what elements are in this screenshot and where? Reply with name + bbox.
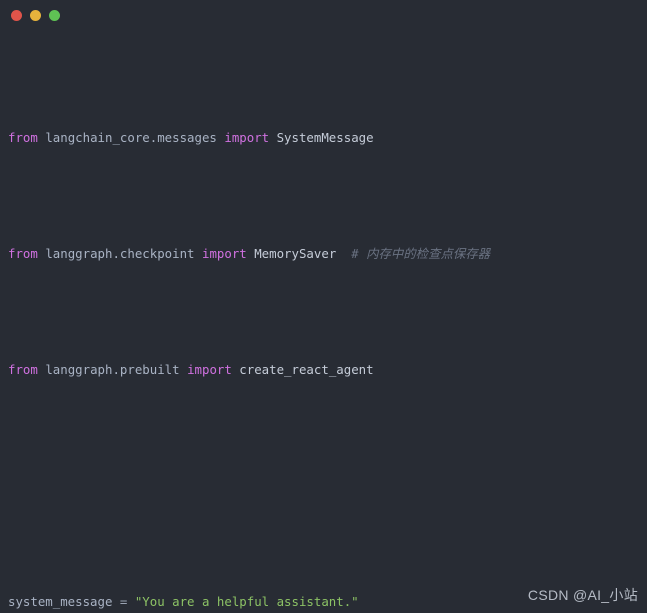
keyword-import: import	[224, 130, 270, 145]
module-path: langgraph.prebuilt	[45, 362, 180, 377]
inline-comment: # 内存中的检查点保存器	[351, 246, 491, 261]
keyword-from: from	[8, 362, 38, 377]
keyword-import: import	[201, 246, 247, 261]
string-literal: "You are a helpful assistant."	[134, 594, 359, 609]
code-line: from langgraph.checkpoint import MemoryS…	[8, 239, 647, 268]
keyword-import: import	[187, 362, 232, 377]
imported-name: MemorySaver	[254, 246, 337, 261]
code-block[interactable]: from langchain_core.messages import Syst…	[0, 30, 647, 613]
module-path: langgraph.checkpoint	[45, 246, 195, 261]
maximize-button[interactable]	[49, 9, 60, 21]
assign-operator: =	[119, 594, 128, 609]
imported-name: create_react_agent	[239, 362, 374, 377]
keyword-from: from	[8, 246, 38, 261]
code-editor-window: from langchain_core.messages import Syst…	[0, 0, 647, 613]
variable-system-message: system_message	[8, 594, 113, 609]
code-line: from langchain_core.messages import Syst…	[8, 123, 647, 152]
module-path: langchain_core.messages	[45, 130, 217, 145]
watermark: CSDN @AI_小站	[527, 587, 638, 603]
window-titlebar	[0, 0, 647, 30]
keyword-from: from	[8, 130, 38, 145]
code-line: from langgraph.prebuilt import create_re…	[8, 355, 647, 384]
minimize-button[interactable]	[30, 9, 41, 21]
close-button[interactable]	[11, 9, 22, 21]
imported-name: SystemMessage	[276, 130, 374, 145]
